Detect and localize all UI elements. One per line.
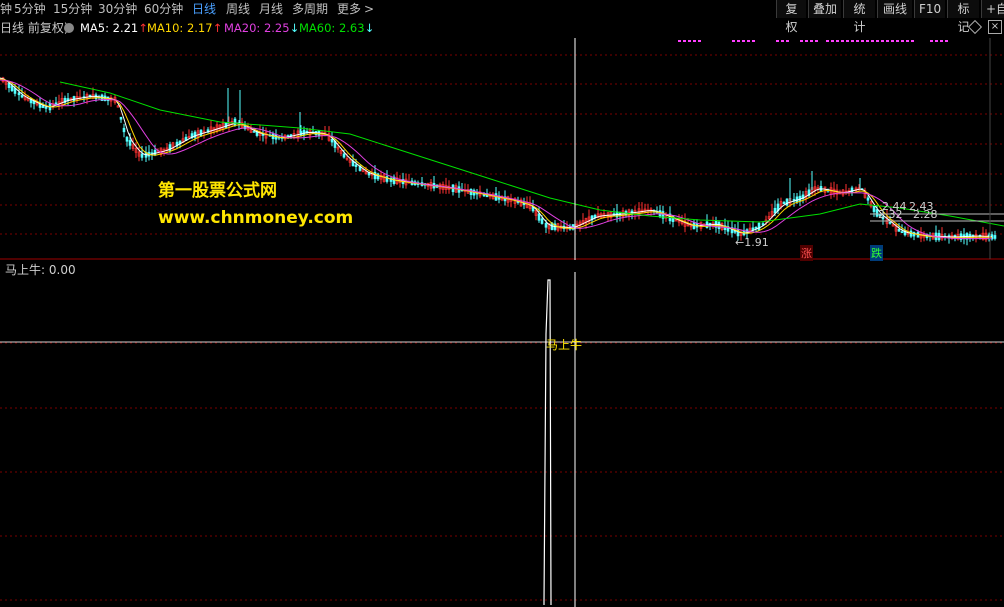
toolbar-button-5[interactable]: 标记: [947, 0, 979, 34]
toolbar-button-1[interactable]: 叠加: [808, 0, 841, 18]
more-chevron-icon[interactable]: >: [364, 2, 374, 17]
toolbar-button-4[interactable]: F10: [914, 0, 945, 18]
candle-body: [20, 95, 24, 98]
candle-body: [757, 222, 761, 231]
toolbar-button-6[interactable]: +自: [981, 0, 1004, 18]
watermark-title: 第一股票公式网: [158, 181, 277, 201]
candle-body: [302, 129, 306, 136]
candle-body: [537, 213, 541, 221]
candle-body: [41, 105, 45, 108]
price-chart[interactable]: [0, 38, 1004, 260]
candle-body: [897, 228, 901, 232]
close-icon[interactable]: ×: [988, 20, 1002, 34]
candle-body: [199, 129, 203, 137]
candle-body: [122, 127, 126, 133]
period-tab-9[interactable]: 更多: [337, 2, 361, 17]
diamond-icon[interactable]: [967, 19, 983, 35]
candle-body: [17, 92, 21, 96]
period-tab-2[interactable]: 15分钟: [53, 2, 92, 17]
period-toolbar: 钟 5分钟 15分钟 30分钟 60分钟 日线 周线 月线 多周期 更多 > 复权 叠加 统计 画线 F10 标…: [0, 0, 1004, 34]
candle-body: [785, 198, 789, 206]
indicator-toggle-icon[interactable]: [64, 23, 74, 33]
watermark-url: www.chnmoney.com: [158, 208, 354, 228]
toolbar-button-3[interactable]: 画线: [877, 0, 912, 18]
period-tab-5[interactable]: 日线: [192, 2, 216, 17]
rise-badge: 涨: [800, 245, 813, 261]
period-tab-6[interactable]: 周线: [226, 2, 250, 17]
period-tab-0[interactable]: 钟: [0, 2, 12, 17]
candle-body: [330, 139, 334, 143]
candle-body: [993, 235, 997, 239]
toolbar-button-2[interactable]: 统计: [843, 0, 875, 34]
ma60-line: [59, 81, 1004, 227]
candle-body: [125, 136, 129, 142]
period-tab-4[interactable]: 60分钟: [144, 2, 183, 17]
candle-body: [119, 116, 123, 120]
candle-body: [754, 227, 758, 229]
candle-body: [872, 206, 876, 212]
candle-body: [795, 196, 799, 203]
candle-body: [900, 231, 904, 234]
candle-body: [252, 131, 256, 133]
fall-badge: 跌: [870, 245, 883, 261]
period-tab-8[interactable]: 多周期: [292, 2, 328, 17]
ma-info-bar: 日线 前复权) MA5: 2.21↑ MA10: 2.17↑ MA20: 2.2…: [0, 19, 1004, 37]
candle-body: [544, 223, 548, 228]
chart-mode-label: 日线 前复权): [0, 21, 69, 35]
mid-price-label-b: 2.28: [913, 208, 938, 221]
candle-body: [540, 218, 544, 224]
period-tab-3[interactable]: 30分钟: [98, 2, 137, 17]
low-price-label: ←1.91: [735, 236, 769, 249]
ma60-legend: MA60: 2.63↓: [299, 21, 375, 35]
candle-body: [866, 197, 870, 201]
candle-body: [354, 164, 358, 168]
candle-body: [888, 221, 892, 224]
ma5-legend: MA5: 2.21↑: [80, 21, 148, 35]
candle-body: [233, 118, 237, 126]
period-tab-7[interactable]: 月线: [259, 2, 283, 17]
ma10-legend: MA10: 2.17↑: [147, 21, 223, 35]
candle-body: [342, 153, 346, 158]
candle-body: [128, 140, 132, 146]
candle-body: [850, 187, 854, 193]
signal-spike: [543, 279, 552, 606]
ma20-legend: MA20: 2.25↓: [224, 21, 300, 35]
period-tab-1[interactable]: 5分钟: [14, 2, 46, 17]
toolbar-button-0[interactable]: 复权: [776, 0, 806, 34]
candle-body: [140, 153, 144, 158]
candle-body: [44, 106, 48, 109]
mid-price-label-a: 2.32: [878, 208, 903, 221]
indicator-signal-label: 马上牛: [546, 338, 583, 352]
candle-body: [782, 202, 786, 205]
indicator-chart[interactable]: [0, 272, 1004, 607]
